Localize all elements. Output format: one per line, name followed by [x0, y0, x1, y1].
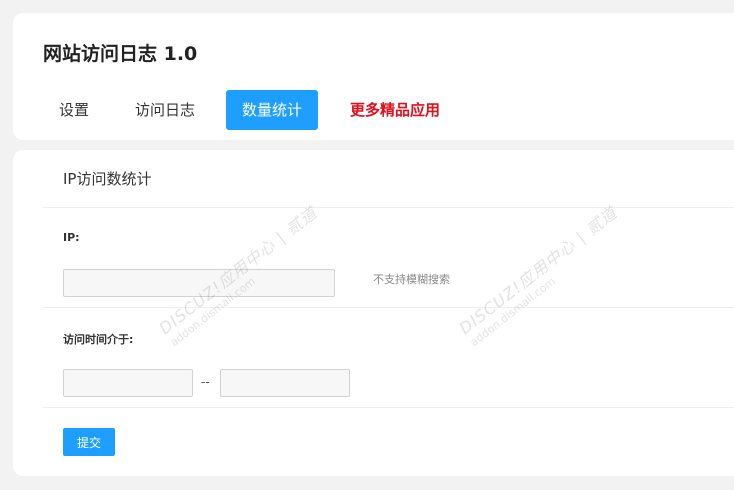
watermark-line1: DISCUZ!应用中心 | 贰道 — [455, 203, 621, 339]
watermark-line2: addon.dismall.com — [467, 274, 558, 350]
header-card: 网站访问日志 1.0 设置 访问日志 数量统计 更多精品应用 — [13, 13, 734, 140]
submit-button[interactable]: 提交 — [63, 428, 115, 456]
time-start-input[interactable] — [63, 369, 193, 397]
time-end-input[interactable] — [220, 369, 350, 397]
ip-hint: 不支持模糊搜索 — [373, 273, 450, 286]
section-title: IP访问数统计 — [63, 170, 152, 188]
time-range-label: 访问时间介于: — [63, 333, 134, 346]
form-card: IP访问数统计 IP: 不支持模糊搜索 访问时间介于: -- 提交 DISCUZ… — [13, 150, 734, 476]
tab-statistics[interactable]: 数量统计 — [226, 90, 319, 130]
tab-settings[interactable]: 设置 — [43, 90, 105, 130]
divider — [43, 407, 734, 408]
ip-input[interactable] — [63, 269, 335, 297]
tab-access-log[interactable]: 访问日志 — [119, 90, 211, 130]
divider — [43, 207, 734, 208]
divider — [43, 307, 734, 308]
ip-label: IP: — [63, 231, 80, 244]
app-title: 网站访问日志 1.0 — [43, 43, 198, 65]
range-separator: -- — [201, 375, 210, 389]
watermark: DISCUZ!应用中心 | 贰道 addon.dismall.com — [453, 200, 629, 349]
tab-bar: 设置 访问日志 数量统计 更多精品应用 — [43, 90, 456, 130]
tab-more-apps[interactable]: 更多精品应用 — [334, 90, 456, 130]
